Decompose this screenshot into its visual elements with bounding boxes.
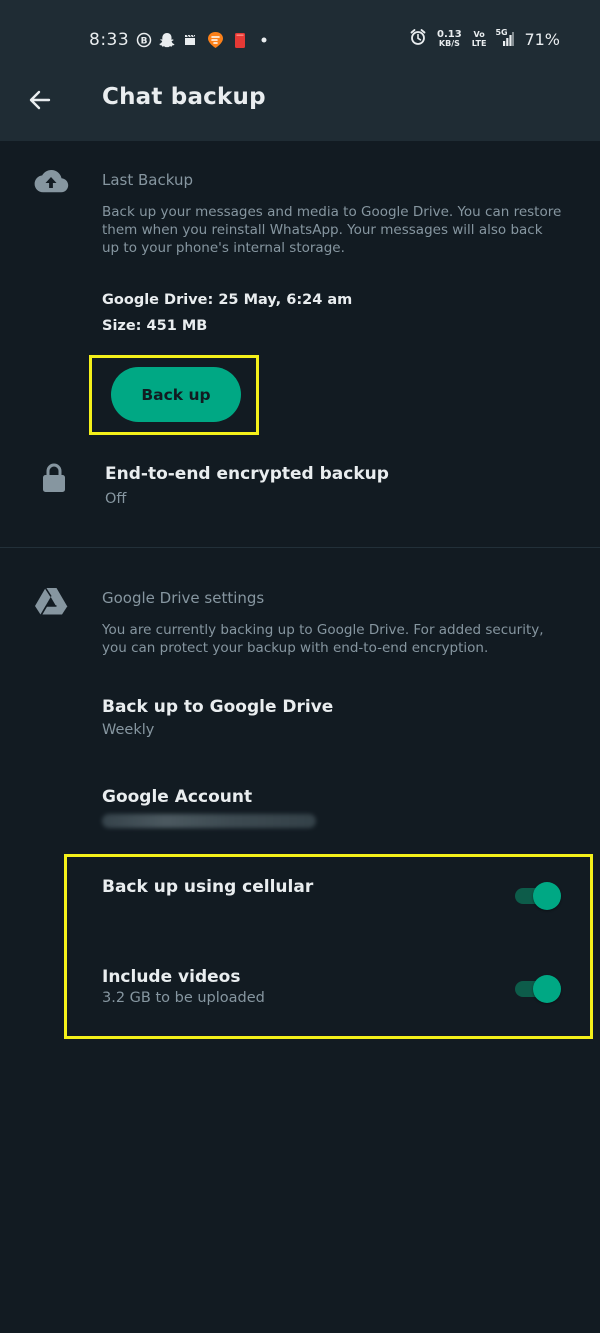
back-button[interactable] — [24, 84, 56, 116]
swiggy-icon — [206, 30, 225, 50]
drive-settings-header: Google Drive settings — [102, 589, 265, 607]
backup-size: Size: 451 MB — [102, 318, 208, 334]
signal-icon: 5G — [495, 28, 515, 47]
notification-dot-icon — [260, 30, 268, 50]
last-backup-header: Last Backup — [102, 171, 193, 189]
signal-label: 5G — [495, 28, 508, 37]
clapper-icon — [184, 30, 196, 50]
google-drive-backup-date: Google Drive: 25 May, 6:24 am — [102, 292, 353, 308]
google-drive-icon — [34, 586, 68, 616]
google-account-row[interactable]: Google Account — [90, 778, 570, 838]
alarm-icon — [409, 28, 427, 50]
status-bar: 8:33 B 0.13 KB/S Vo LTE 5G 71% — [0, 0, 600, 80]
e2e-backup-title: End-to-end encrypted backup — [105, 464, 389, 484]
network-speed-value: 0.13 — [437, 29, 462, 40]
highlight-box-backup-button — [89, 355, 259, 435]
snapchat-icon — [159, 30, 175, 50]
e2e-backup-row[interactable]: End-to-end encrypted backup Off — [90, 455, 570, 521]
backup-to-drive-row[interactable]: Back up to Google Drive Weekly — [90, 688, 570, 754]
e2e-backup-status: Off — [105, 491, 127, 507]
page-title: Chat backup — [102, 84, 266, 110]
back-arrow-icon — [29, 90, 51, 110]
backup-to-drive-title: Back up to Google Drive — [102, 697, 334, 717]
cloud-upload-icon — [32, 166, 70, 196]
battery-level: 71% — [524, 29, 560, 49]
volte-top: Vo — [473, 30, 485, 39]
red-book-icon — [234, 30, 246, 50]
network-speed-unit: KB/S — [438, 39, 460, 48]
status-right-group: 0.13 KB/S Vo LTE 5G 71% — [409, 28, 560, 50]
last-backup-description: Back up your messages and media to Googl… — [102, 204, 562, 256]
chat-backup-screen: 8:33 B 0.13 KB/S Vo LTE 5G 71% Chat back… — [0, 0, 600, 1333]
b-app-icon: B — [136, 30, 152, 50]
lock-icon — [40, 461, 68, 495]
network-speed: 0.13 KB/S — [437, 29, 462, 49]
backup-frequency: Weekly — [102, 722, 155, 738]
status-time: 8:33 — [89, 30, 130, 50]
section-divider — [0, 547, 600, 548]
drive-settings-description: You are currently backing up to Google D… — [102, 622, 544, 656]
google-account-email-redacted — [102, 814, 316, 828]
google-account-title: Google Account — [102, 787, 253, 807]
svg-text:B: B — [141, 37, 148, 47]
highlight-box-toggles — [64, 854, 593, 1039]
volte-bottom: LTE — [471, 39, 487, 48]
volte-indicator: Vo LTE — [472, 30, 487, 48]
